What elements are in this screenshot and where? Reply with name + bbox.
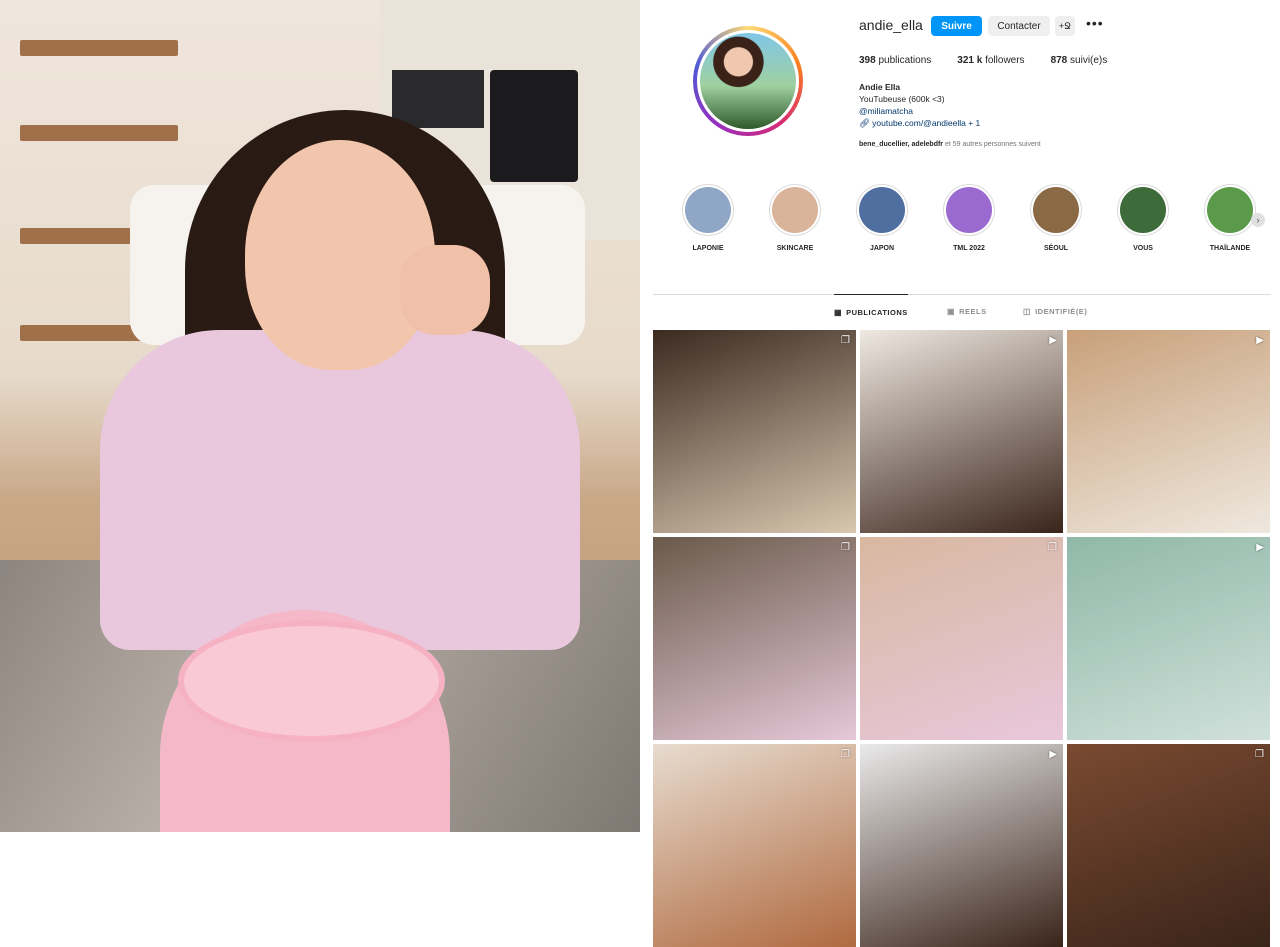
profile-tabs: ▦ PUBLICATIONS ▣ REELS ◫ IDENTIFIÉ(E) <box>653 294 1271 328</box>
highlight-ring <box>1030 184 1082 236</box>
highlight-label: TML 2022 <box>953 245 985 252</box>
following-label: suivi(e)s <box>1070 55 1108 66</box>
highlight-item[interactable]: JAPON <box>854 184 910 252</box>
cake-top <box>178 620 445 742</box>
highlight-label: SÉOUL <box>1043 245 1069 252</box>
shelf <box>20 40 178 56</box>
chevron-right-icon[interactable]: › <box>1251 213 1265 227</box>
contact-button[interactable]: Contacter <box>988 16 1050 36</box>
tab-label: IDENTIFIÉ(E) <box>1035 306 1088 316</box>
highlight-ring <box>1204 184 1256 236</box>
external-link[interactable]: 🔗︎ youtube.com/@andieella + 1 <box>859 117 980 129</box>
highlight-cover <box>1207 187 1253 233</box>
reel-icon: ▶ <box>1256 542 1264 553</box>
hero-photo <box>0 0 640 832</box>
avatar-border <box>697 30 799 132</box>
profile-stats: 398 publications 321 k followers 878 sui… <box>859 55 1107 66</box>
sweater <box>100 330 580 650</box>
highlight-cover <box>1120 187 1166 233</box>
reel-icon: ▶ <box>1049 335 1057 346</box>
reel-icon: ▶ <box>1256 335 1264 346</box>
highlight-cover <box>859 187 905 233</box>
username: andie_ella <box>859 17 923 33</box>
highlight-cover <box>1033 187 1079 233</box>
post-thumbnail[interactable]: ▶ <box>1067 330 1270 533</box>
highlight-ring <box>1117 184 1169 236</box>
tab-reels[interactable]: ▣ REELS <box>947 294 987 328</box>
carousel-icon: ❐ <box>1048 542 1057 553</box>
highlight-item[interactable]: LAPONIE <box>680 184 736 252</box>
posts-count: 398 <box>859 55 876 66</box>
following-stat[interactable]: 878 suivi(e)s <box>1051 55 1108 66</box>
carousel-icon: ❐ <box>1255 749 1264 760</box>
carousel-icon: ❐ <box>841 335 850 346</box>
more-options-icon[interactable]: ••• <box>1086 15 1104 31</box>
post-thumbnail[interactable]: ❐ <box>653 537 856 740</box>
highlight-item[interactable]: SÉOUL <box>1028 184 1084 252</box>
story-highlights: LAPONIE SKINCARE JAPON TML 2022 SÉOUL VO… <box>680 184 1270 264</box>
external-link-text: youtube.com/@andieella + 1 <box>872 118 981 128</box>
post-thumbnail[interactable]: ❐ <box>653 330 856 533</box>
highlight-item[interactable]: THAÏLANDE <box>1202 184 1258 252</box>
highlight-ring <box>943 184 995 236</box>
highlight-label: VOUS <box>1133 245 1153 252</box>
grid-icon: ▦ <box>834 307 843 317</box>
highlight-cover <box>946 187 992 233</box>
link-icon: 🔗︎ <box>859 118 873 128</box>
oven <box>490 70 578 182</box>
highlight-ring <box>856 184 908 236</box>
post-thumbnail[interactable]: ▶ <box>860 744 1063 947</box>
profile-panel: andie_ella Suivre Contacter +Ջ ••• 398 p… <box>640 0 1280 947</box>
hand <box>400 245 490 335</box>
followers-stat[interactable]: 321 k followers <box>957 55 1024 66</box>
tab-publications[interactable]: ▦ PUBLICATIONS <box>834 294 908 329</box>
highlight-label: THAÏLANDE <box>1209 245 1251 252</box>
highlight-cover <box>772 187 818 233</box>
highlight-item[interactable]: SKINCARE <box>767 184 823 252</box>
mention-link[interactable]: @miliamatcha <box>859 105 980 117</box>
tagged-icon: ◫ <box>1023 306 1032 316</box>
range-hood <box>392 70 484 128</box>
add-user-button[interactable]: +Ջ <box>1055 16 1075 36</box>
following-count: 878 <box>1050 55 1068 66</box>
reels-icon: ▣ <box>947 306 956 316</box>
post-thumbnail[interactable]: ❐ <box>653 744 856 947</box>
posts-stat[interactable]: 398 publications <box>859 55 931 66</box>
tab-tagged[interactable]: ◫ IDENTIFIÉ(E) <box>1023 294 1087 328</box>
avatar[interactable] <box>693 26 803 136</box>
shelf <box>20 125 178 141</box>
reel-icon: ▶ <box>1049 749 1057 760</box>
follow-button[interactable]: Suivre <box>931 16 982 36</box>
post-thumbnail[interactable]: ▶ <box>1067 537 1270 740</box>
highlight-ring <box>769 184 821 236</box>
highlight-label: LAPONIE <box>692 245 724 252</box>
followers-label: followers <box>985 55 1025 66</box>
carousel-icon: ❐ <box>841 749 850 760</box>
followed-by[interactable]: bene_ducellier, adelebdfr et 59 autres p… <box>859 141 1041 148</box>
avatar-image <box>700 33 796 129</box>
display-name: Andie Ella <box>859 82 901 92</box>
face <box>245 140 435 370</box>
bio: Andie Ella YouTubeuse (600k <3) @miliama… <box>859 81 980 129</box>
posts-label: publications <box>878 55 932 66</box>
followed-by-rest: et 59 autres personnes suivent <box>944 141 1041 148</box>
highlight-item[interactable]: TML 2022 <box>941 184 997 252</box>
followed-by-names: bene_ducellier, adelebdfr <box>859 141 944 148</box>
carousel-icon: ❐ <box>841 542 850 553</box>
highlight-label: SKINCARE <box>776 245 814 252</box>
highlight-item[interactable]: VOUS <box>1115 184 1171 252</box>
tab-label: PUBLICATIONS <box>846 307 908 317</box>
highlight-label: JAPON <box>869 245 895 252</box>
post-thumbnail[interactable]: ❐ <box>860 537 1063 740</box>
post-thumbnail[interactable]: ❐ <box>1067 744 1270 947</box>
add-user-icon: +Ջ <box>1058 20 1072 31</box>
followers-count: 321 k <box>957 55 983 66</box>
highlight-ring <box>682 184 734 236</box>
bio-line: YouTubeuse (600k <3) <box>859 94 945 104</box>
tab-label: REELS <box>959 306 987 316</box>
highlight-cover <box>685 187 731 233</box>
post-thumbnail[interactable]: ▶ <box>860 330 1063 533</box>
